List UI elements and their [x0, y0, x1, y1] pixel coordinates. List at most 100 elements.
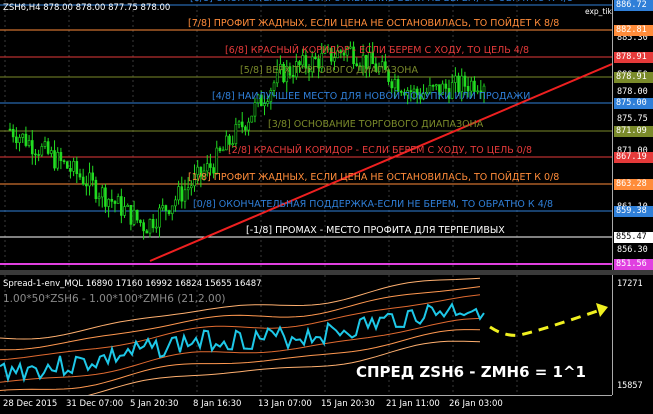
- candle-body: [62, 160, 66, 163]
- time-tick: 28 Dec 2015: [3, 399, 58, 409]
- murrey-level-label: [5/8] ВЕРХ ТОРГОВОГО ДИАПАЗОНА: [240, 65, 418, 76]
- candle-body: [263, 103, 266, 107]
- price-tick: 856.30: [617, 245, 648, 255]
- candle-body: [46, 141, 50, 154]
- indicator-axis-top: 17271: [617, 279, 643, 289]
- candle-body: [100, 187, 104, 198]
- candle-body: [434, 84, 438, 87]
- murrey-level-label: [-1/8] ПРОМАХ - МЕСТО ПРОФИТА ДЛЯ ТЕРПЕЛ…: [246, 225, 505, 236]
- candle-body: [234, 124, 238, 144]
- candle-body: [158, 207, 161, 228]
- candle-body: [454, 75, 457, 83]
- indicator-formula: 1.00*50*ZSH6 - 1.00*100*ZMH6 (21,2.00): [3, 293, 226, 305]
- candle-body: [75, 161, 79, 174]
- candle-body: [50, 150, 53, 154]
- candle-body: [72, 161, 75, 172]
- time-tick: 15 Jan 20:30: [321, 399, 375, 409]
- candle-body: [123, 206, 126, 216]
- candle-body: [390, 81, 394, 89]
- price-axis[interactable]: 856.30861.10866.00871.00875.75878.00880.…: [612, 0, 653, 270]
- murrey-price-tag: 875.00: [614, 98, 653, 109]
- candle-body: [107, 198, 110, 207]
- murrey-price-tag: 882.81: [614, 25, 653, 36]
- candle-body: [205, 163, 209, 172]
- candle-body: [59, 152, 63, 162]
- candle-body: [155, 226, 158, 229]
- time-tick: 8 Jan 16:30: [193, 399, 242, 409]
- time-axis[interactable]: 28 Dec 2015 31 Dec 07:00 5 Jan 20:30 8 Jan …: [0, 395, 612, 414]
- candle-body: [314, 56, 317, 60]
- candle-body: [457, 75, 460, 93]
- murrey-level-label: [7/8] ПРОФИТ ЖАДНЫХ, ЕСЛИ ЦЕНА НЕ ОСТАНО…: [188, 18, 560, 29]
- price-tick: 878.00: [617, 87, 648, 97]
- candle-body: [463, 75, 467, 87]
- candle-body: [151, 219, 155, 229]
- candle-body: [120, 196, 123, 216]
- murrey-price-tag: 886.72: [614, 0, 653, 11]
- candle-body: [148, 219, 152, 234]
- candle-body: [78, 173, 82, 178]
- candle-body: [228, 135, 231, 145]
- murrey-price-tag: 859.38: [614, 206, 653, 217]
- murrey-level-label: [4/8] НАИЛУЧШЕЕ МЕСТО ДЛЯ НОВОЙ ПОКУПКИ …: [212, 91, 531, 102]
- indicator-info: Spread-1-env_MQL 16890 17160 16992 16824…: [3, 279, 262, 289]
- murrey-level-label: [2/8] КРАСНЫЙ КОРИДОР - ЕСЛИ БЕРЕМ С ХОД…: [228, 145, 533, 156]
- candle-body: [209, 163, 212, 168]
- candle-body: [113, 201, 117, 204]
- time-tick: 31 Dec 07:00: [66, 399, 124, 409]
- murrey-price-tag: 851.56: [614, 259, 653, 270]
- envelope-band: [0, 329, 481, 391]
- candle-body: [21, 133, 25, 138]
- candle-body: [18, 137, 21, 143]
- symbol-info: ZSH6,H4 878.00 878.00 877.75 878.00: [3, 3, 171, 13]
- candle-body: [34, 153, 37, 156]
- candle-body: [218, 147, 222, 152]
- candle-body: [250, 115, 254, 123]
- forecast-arrowhead-icon: [596, 303, 608, 317]
- candle-body: [272, 82, 276, 91]
- candle-body: [56, 152, 60, 169]
- candle-body: [253, 102, 257, 117]
- candle-body: [94, 179, 98, 200]
- candle-body: [65, 161, 69, 169]
- candle-body: [460, 75, 464, 93]
- candle-body: [53, 150, 56, 169]
- candle-body: [69, 168, 72, 172]
- candle-body: [142, 222, 145, 232]
- candle-body: [240, 121, 244, 128]
- candle-body: [183, 189, 187, 202]
- candle-body: [104, 187, 107, 207]
- candle-body: [170, 205, 174, 215]
- candle-body: [186, 187, 190, 191]
- candle-body: [129, 204, 133, 225]
- candle-body: [27, 140, 31, 146]
- candle-body: [473, 80, 476, 92]
- candle-body: [37, 154, 40, 156]
- candle-body: [15, 136, 18, 143]
- candle-body: [469, 80, 473, 92]
- murrey-level-label: [3/8] ОСНОВАНИЕ ТОРГОВОГО ДИАПАЗОНА: [268, 119, 484, 130]
- candle-body: [126, 204, 130, 207]
- candle-body: [333, 57, 336, 62]
- candle-body: [174, 199, 177, 207]
- candle-body: [91, 172, 95, 181]
- candle-body: [145, 230, 149, 234]
- murrey-level-label: [8/8] ОКОНЧАТЕЛЬНОЕ СОПРОТИВЛЕНИЕ-ЕСЛИ Н…: [190, 0, 573, 4]
- candle-body: [116, 196, 120, 204]
- candle-body: [132, 209, 136, 225]
- indicator-axis-bottom: 15857: [617, 381, 643, 391]
- candle-body: [177, 186, 180, 201]
- candle-body: [161, 205, 164, 209]
- murrey-level-label: [6/8] КРАСНЫЙ КОРИДОР - ЕСЛИ БЕРЕМ С ХОД…: [225, 45, 530, 56]
- candle-body: [40, 146, 44, 156]
- forecast-arrow: [489, 308, 601, 337]
- murrey-price-tag: 878.91: [614, 72, 653, 83]
- candle-body: [215, 147, 219, 174]
- candle-body: [431, 85, 435, 87]
- murrey-level-label: [1/8] ПРОФИТ ЖАДНЫХ, ЕСЛИ ЦЕНА НЕ ОСТАНО…: [188, 172, 560, 183]
- candle-body: [81, 176, 85, 185]
- candle-body: [244, 126, 247, 131]
- indicator-axis[interactable]: 17271 15857: [612, 275, 653, 395]
- candle-body: [167, 210, 171, 215]
- candle-body: [135, 209, 139, 221]
